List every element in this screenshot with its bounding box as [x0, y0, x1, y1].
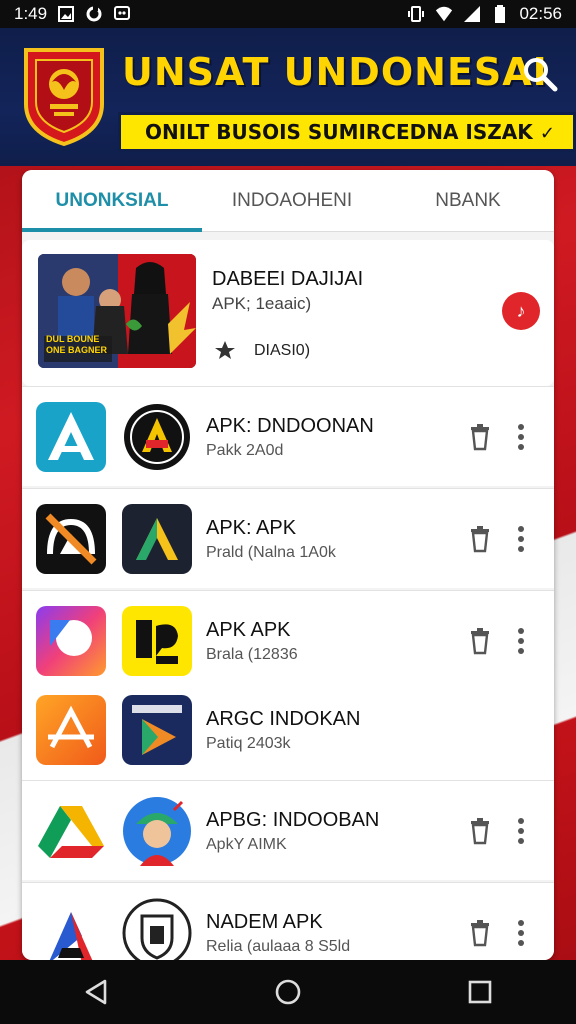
trash-icon [471, 628, 489, 655]
app-icon-shield-icon [122, 898, 192, 960]
app-title: APBG: INDOOBAN [206, 809, 380, 831]
delete-button[interactable] [468, 919, 492, 947]
emblem-logo [22, 46, 106, 147]
app-icon-blue-a-icon [36, 402, 106, 472]
app-title: UNSAT UNDONESAI [122, 50, 548, 94]
app-icon-emblem-a-icon [122, 402, 192, 472]
more-vertical-icon [518, 424, 524, 450]
app-subtitle: Relia (aulaaa 8 S5ld [206, 938, 351, 955]
content-panel: UNONKSIAL INDOAOHENI NBANK DUL BOUNE ONE… [22, 170, 554, 960]
featured-card[interactable]: DUL BOUNE ONE BAGNER DABEEI DAJIJAI APK;… [22, 240, 554, 386]
back-button[interactable] [74, 970, 118, 1014]
tab-indoaoheni[interactable]: INDOAOHENI [202, 170, 382, 232]
signal-icon [463, 5, 481, 23]
status-bar: 1:49 02:56 [0, 0, 576, 28]
back-triangle-icon [85, 979, 107, 1005]
more-vertical-icon [518, 920, 524, 946]
featured-tag: DIASI0) [254, 342, 311, 359]
app-icon-yellow-chat-icon [122, 606, 192, 676]
promo-banner[interactable]: ONILT BUSOIS SUMIRCEDNA ISZAK ✓ [118, 112, 576, 152]
more-options-button[interactable] [510, 421, 532, 453]
app-subtitle: ApkY AIMK [206, 836, 287, 853]
system-nav-bar [0, 960, 576, 1024]
tab-indicator [22, 228, 202, 232]
wifi-icon [435, 5, 453, 23]
featured-action-button[interactable]: ♪ [502, 292, 540, 330]
list-item[interactable]: APK: DNDOONAN Pakk 2A0d [22, 386, 554, 486]
app-subtitle: Pakk 2A0d [206, 442, 284, 459]
list-item[interactable]: APBG: INDOOBAN ApkY AIMK [22, 780, 554, 880]
list-item[interactable]: NADEM APK Relia (aulaaa 8 S5ld [22, 882, 554, 960]
trash-icon [471, 526, 489, 553]
tab-nbank[interactable]: NBANK [382, 170, 554, 232]
app-icon-gradient-a-icon [122, 504, 192, 574]
app-subtitle: Brala (12836 [206, 646, 298, 663]
home-button[interactable] [266, 970, 310, 1014]
app-header: UNSAT UNDONESAI ONILT BUSOIS SUMIRCEDNA … [0, 28, 576, 166]
app-icon-gradient-circle-icon [36, 606, 106, 676]
tab-unonksial[interactable]: UNONKSIAL [22, 170, 202, 232]
status-time-left: 1:49 [14, 4, 48, 23]
app-subtitle: Patiq 2403k [206, 735, 291, 752]
more-vertical-icon [518, 628, 524, 654]
delete-button[interactable] [468, 525, 492, 553]
trash-icon [471, 424, 489, 451]
search-button[interactable] [520, 54, 560, 94]
vibrate-icon [407, 5, 425, 23]
search-icon [524, 58, 558, 92]
featured-image: DUL BOUNE ONE BAGNER [38, 254, 196, 368]
app-icon-avatar-icon [122, 796, 192, 866]
featured-image-caption: DUL BOUNE ONE BAGNER [46, 334, 108, 355]
app-icon-no-signal-icon [36, 504, 106, 574]
status-time-right: 02:56 [519, 4, 562, 23]
app-title: ARGC INDOKAN [206, 708, 361, 730]
more-options-button[interactable] [510, 625, 532, 657]
list-item[interactable]: ARGC INDOKAN Patiq 2403k [22, 680, 554, 780]
app-title: APK: APK [206, 517, 297, 539]
more-options-button[interactable] [510, 523, 532, 555]
music-note-icon: ♪ [516, 300, 526, 321]
image-icon [57, 5, 75, 23]
list-item[interactable]: APK APK Brala (12836 [22, 590, 554, 690]
sync-icon [85, 5, 103, 23]
app-icon-drive-icon [36, 796, 106, 866]
app-title: APK: DNDOONAN [206, 415, 374, 437]
app-icon-play-icon [122, 695, 192, 765]
banner-text: ONILT BUSOIS SUMIRCEDNA ISZAK [145, 120, 533, 144]
app-icon-colorful-a-icon [36, 898, 106, 960]
delete-button[interactable] [468, 817, 492, 845]
trash-icon [471, 920, 489, 947]
trash-icon [471, 818, 489, 845]
more-options-button[interactable] [510, 917, 532, 949]
delete-button[interactable] [468, 423, 492, 451]
battery-icon [491, 5, 509, 23]
list-item[interactable]: APK: APK Prald (Nalna 1A0k [22, 488, 554, 588]
check-icon: ✓ [539, 123, 555, 144]
more-vertical-icon [518, 818, 524, 844]
featured-subtitle: APK; 1eaaic) [212, 294, 312, 313]
more-vertical-icon [518, 526, 524, 552]
app-title: NADEM APK [206, 911, 323, 933]
more-options-button[interactable] [510, 815, 532, 847]
app-icon-orange-a-icon [36, 695, 106, 765]
home-circle-icon [275, 979, 301, 1005]
recents-square-icon [468, 980, 492, 1004]
status-right: 02:56 [407, 4, 562, 24]
featured-title: DABEEI DAJIJAI [212, 268, 364, 290]
star-badge-icon [214, 340, 236, 360]
recents-button[interactable] [458, 970, 502, 1014]
message-icon [113, 5, 131, 23]
delete-button[interactable] [468, 627, 492, 655]
tab-bar: UNONKSIAL INDOAOHENI NBANK [22, 170, 554, 232]
status-left: 1:49 [14, 4, 131, 24]
app-title: APK APK [206, 619, 291, 641]
app-subtitle: Prald (Nalna 1A0k [206, 544, 336, 561]
